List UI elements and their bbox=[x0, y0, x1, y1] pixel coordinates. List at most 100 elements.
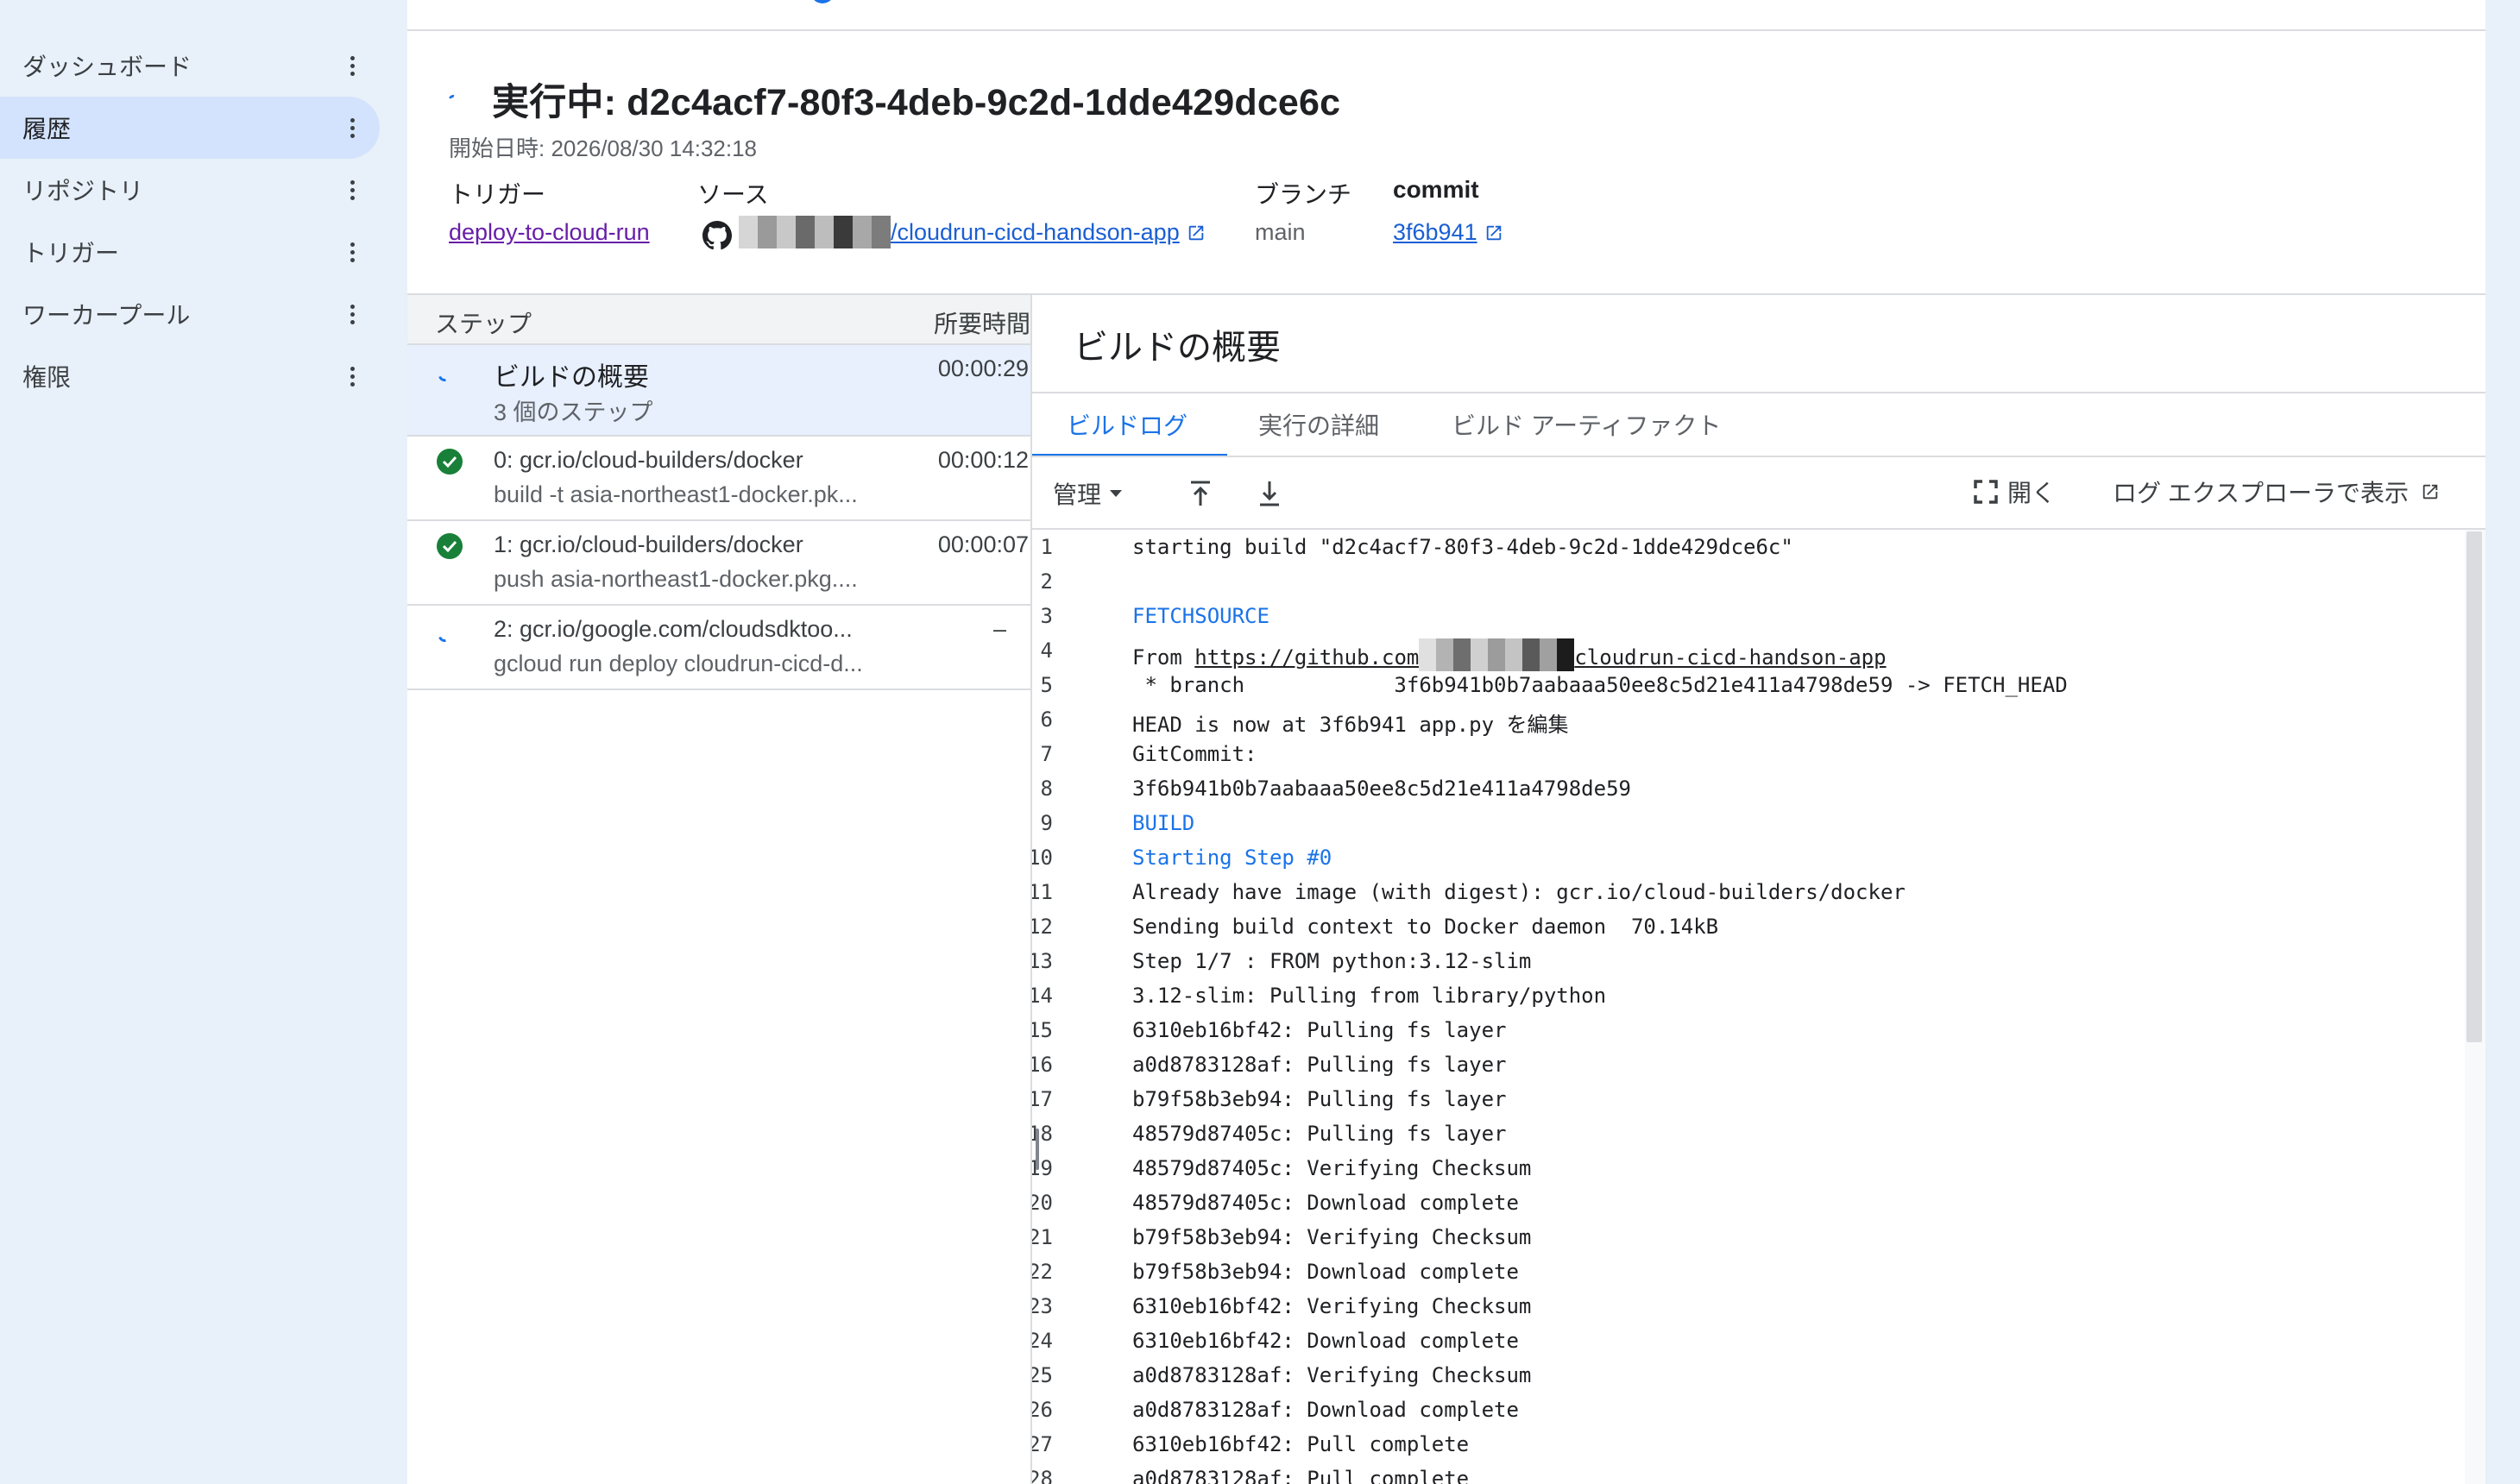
scroll-to-top-icon[interactable] bbox=[1188, 478, 1213, 509]
step-row-1[interactable]: 1: gcr.io/cloud-builders/docker push asi… bbox=[407, 521, 1032, 604]
step-row-summary[interactable]: ビルドの概要 3 個のステップ 00:00:29 bbox=[407, 345, 1032, 435]
tab-build-log[interactable]: ビルドログ bbox=[1067, 407, 1188, 442]
line-number: 8 bbox=[1040, 777, 1053, 801]
steps-table-header: ステップ 所要時間 bbox=[407, 295, 1032, 343]
sidebar-item-history[interactable]: 履歴 bbox=[0, 97, 380, 159]
line-number: 6 bbox=[1040, 707, 1053, 732]
trigger-link[interactable]: deploy-to-cloud-run bbox=[449, 219, 650, 246]
fullscreen-icon bbox=[1974, 480, 1998, 504]
panel-resize-handle[interactable] bbox=[1036, 1129, 1039, 1170]
page-title: 実行中: d2c4acf7-80f3-4deb-9c2d-1dde429dce6… bbox=[492, 82, 1341, 123]
log-line: 15 6310eb16bf42: Pulling fs layer bbox=[1032, 1013, 2448, 1047]
line-number: 24 bbox=[1032, 1329, 1053, 1353]
column-header-duration: 所要時間 bbox=[933, 311, 1030, 337]
open-in-new-icon bbox=[2422, 484, 2438, 500]
step-row-2[interactable]: 2: gcr.io/google.com/cloudsdktoo... gclo… bbox=[407, 606, 1032, 689]
line-number: 21 bbox=[1032, 1225, 1053, 1249]
commit-link[interactable]: 3f6b941 bbox=[1393, 219, 1503, 246]
sidebar-item-triggers[interactable]: トリガー bbox=[0, 221, 380, 283]
sidebar-item-permissions[interactable]: 権限 bbox=[0, 345, 380, 407]
scroll-to-bottom-icon[interactable] bbox=[1257, 478, 1282, 509]
divider bbox=[1032, 456, 2485, 457]
expand-label: 開く bbox=[2007, 480, 2057, 506]
line-text: b79f58b3eb94: Download complete bbox=[1132, 1260, 1519, 1284]
line-text: a0d8783128af: Download complete bbox=[1132, 1398, 1519, 1422]
page-scrollbar[interactable] bbox=[2485, 0, 2520, 1484]
sidebar-item-repositories[interactable]: リポジトリ bbox=[0, 159, 380, 221]
commit-link-text: 3f6b941 bbox=[1393, 219, 1477, 245]
expand-button[interactable]: 開く bbox=[1973, 475, 2056, 509]
sidebar-item-label: ワーカープール bbox=[22, 302, 191, 329]
explorer-label: ログ エクスプローラで表示 bbox=[2113, 480, 2409, 506]
log-line: 7 GitCommit: bbox=[1032, 737, 2448, 771]
more-vert-icon[interactable] bbox=[343, 221, 361, 283]
log-line: 16 a0d8783128af: Pulling fs layer bbox=[1032, 1047, 2448, 1082]
dropdown-arrow-icon bbox=[1110, 490, 1123, 497]
line-text: 6310eb16bf42: Download complete bbox=[1132, 1329, 1519, 1353]
view-in-logs-explorer-link[interactable]: ログ エクスプローラで表示 bbox=[2113, 475, 2440, 509]
start-time: 開始日時: 2026/08/30 14:32:18 bbox=[449, 135, 758, 161]
trigger-label: トリガー bbox=[449, 181, 546, 208]
document-icon[interactable] bbox=[1043, 0, 1072, 7]
line-number: 26 bbox=[1032, 1398, 1053, 1422]
sidebar-item-dashboard[interactable]: ダッシュボード bbox=[0, 35, 380, 97]
line-number: 17 bbox=[1032, 1087, 1053, 1111]
log-line: 6 HEAD is now at 3f6b941 app.py を編集 bbox=[1032, 702, 2448, 737]
line-number: 7 bbox=[1040, 742, 1053, 766]
line-text: Already have image (with digest): gcr.io… bbox=[1132, 880, 1906, 904]
more-vert-icon[interactable] bbox=[343, 97, 361, 159]
step-subtitle: build -t asia-northeast1-docker.pk... bbox=[494, 481, 858, 507]
step-subtitle: 3 個のステップ bbox=[494, 399, 653, 425]
divider bbox=[407, 689, 1032, 690]
step-row-0[interactable]: 0: gcr.io/cloud-builders/docker build -t… bbox=[407, 437, 1032, 519]
log-line: 26 a0d8783128af: Download complete bbox=[1032, 1393, 2448, 1427]
line-number: 27 bbox=[1032, 1432, 1053, 1456]
repo-url-link[interactable]: https://github.com cloudrun-cicd-handson-… bbox=[1194, 638, 1887, 671]
log-line: 13 Step 1/7 : FROM python:3.12-slim bbox=[1032, 944, 2448, 978]
line-text: 3f6b941b0b7aabaaa50ee8c5d21e411a4798de59 bbox=[1132, 777, 1631, 801]
open-in-new-icon bbox=[1486, 225, 1501, 241]
line-text: GitCommit: bbox=[1132, 742, 1257, 766]
log-line: 8 3f6b941b0b7aabaaa50ee8c5d21e411a4798de5… bbox=[1032, 771, 2448, 806]
help-icon[interactable] bbox=[808, 0, 837, 7]
log-line: 12 Sending build context to Docker daemon… bbox=[1032, 909, 2448, 944]
column-header-step: ステップ bbox=[435, 311, 532, 337]
source-link[interactable]: /cloudrun-cicd-handson-app bbox=[891, 219, 1206, 246]
more-vert-icon[interactable] bbox=[343, 159, 361, 221]
line-number: 4 bbox=[1040, 638, 1053, 663]
line-text: 6310eb16bf42: Pull complete bbox=[1132, 1432, 1470, 1456]
running-spinner-icon bbox=[436, 627, 453, 645]
spinner-icon bbox=[447, 93, 459, 105]
step-subtitle: push asia-northeast1-docker.pkg.... bbox=[494, 566, 858, 592]
line-text: 48579d87405c: Pulling fs layer bbox=[1132, 1122, 1507, 1146]
line-text: Sending build context to Docker daemon 7… bbox=[1132, 915, 1719, 939]
line-number: 1 bbox=[1040, 535, 1053, 559]
tab-build-artifacts[interactable]: ビルド アーティファクト bbox=[1452, 407, 1721, 442]
more-vert-icon[interactable] bbox=[343, 35, 361, 97]
source-link-text: /cloudrun-cicd-handson-app bbox=[891, 219, 1180, 245]
success-check-icon bbox=[437, 449, 463, 475]
manage-dropdown[interactable]: 管理 bbox=[1053, 476, 1123, 511]
build-header: 実行中: d2c4acf7-80f3-4deb-9c2d-1dde429dce6… bbox=[447, 72, 1341, 126]
log-scrollbar-thumb[interactable] bbox=[2466, 531, 2482, 1042]
line-number: 13 bbox=[1032, 949, 1053, 973]
more-vert-icon[interactable] bbox=[343, 283, 361, 345]
github-icon bbox=[702, 221, 732, 250]
main-content: 実行中: d2c4acf7-80f3-4deb-9c2d-1dde429dce6… bbox=[407, 0, 2485, 1484]
line-text: starting build "d2c4acf7-80f3-4deb-9c2d-… bbox=[1132, 535, 1793, 559]
sidebar-item-worker-pools[interactable]: ワーカープール bbox=[0, 283, 380, 345]
line-text: 6310eb16bf42: Pulling fs layer bbox=[1132, 1018, 1507, 1042]
log-line: 1948579d87405c: Verifying Checksum bbox=[1032, 1151, 2448, 1185]
line-number: 5 bbox=[1040, 673, 1053, 697]
step-duration: – bbox=[992, 616, 1006, 642]
build-log: 1 starting build "d2c4acf7-80f3-4deb-9c2d… bbox=[1032, 530, 2485, 1484]
tab-execution-details[interactable]: 実行の詳細 bbox=[1258, 407, 1379, 442]
sidebar-item-label: 権限 bbox=[22, 364, 72, 391]
line-number: 23 bbox=[1032, 1294, 1053, 1318]
log-line: 23 6310eb16bf42: Verifying Checksum bbox=[1032, 1289, 2448, 1324]
line-number: 16 bbox=[1032, 1053, 1053, 1077]
branch-value: main bbox=[1255, 219, 1306, 245]
more-vert-icon[interactable] bbox=[343, 345, 361, 407]
line-number: 10 bbox=[1032, 846, 1053, 870]
line-text: 3.12-slim: Pulling from library/python bbox=[1132, 984, 1607, 1008]
